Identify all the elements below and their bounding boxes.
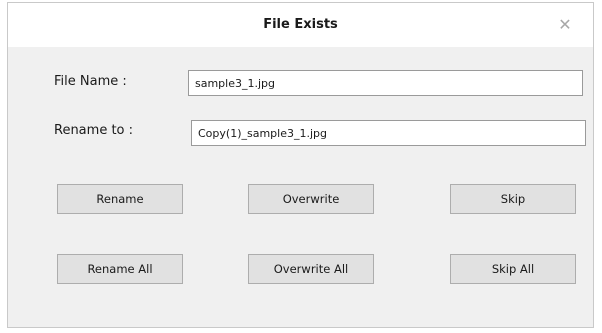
rename-to-label: Rename to : [54,123,134,138]
close-icon[interactable]: ✕ [553,13,577,37]
file-name-label: File Name : [54,74,127,89]
rename-button[interactable]: Rename [57,184,183,214]
rename-all-button[interactable]: Rename All [57,254,183,284]
dialog-title: File Exists [263,17,338,32]
overwrite-all-button[interactable]: Overwrite All [248,254,374,284]
file-name-field[interactable] [188,70,583,96]
file-exists-dialog: File Exists ✕ File Name : Rename to : Re… [7,2,594,328]
overwrite-button[interactable]: Overwrite [248,184,374,214]
skip-all-button[interactable]: Skip All [450,254,576,284]
rename-to-field[interactable] [191,120,586,146]
skip-button[interactable]: Skip [450,184,576,214]
title-bar: File Exists ✕ [8,3,593,47]
